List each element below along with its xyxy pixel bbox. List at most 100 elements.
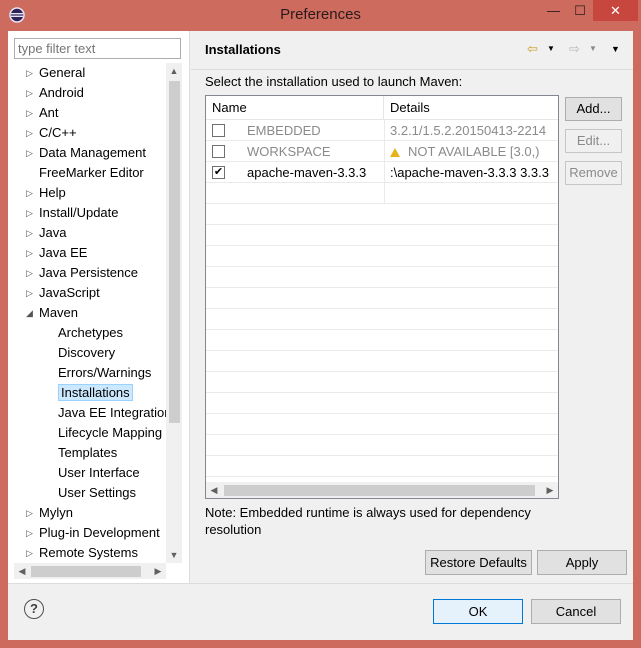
- collapsed-arrow-icon[interactable]: ▷: [26, 503, 36, 523]
- collapsed-arrow-icon[interactable]: ▷: [26, 143, 36, 163]
- edit-button[interactable]: Edit...: [565, 129, 622, 153]
- table-row: [206, 267, 558, 288]
- help-icon[interactable]: ?: [24, 599, 44, 619]
- tree-item[interactable]: ▷ JavaScript: [26, 283, 100, 303]
- installation-details-text: 3.2.1/1.5.2.20150413-2214: [390, 123, 547, 138]
- tree-hscroll-thumb[interactable]: [31, 566, 141, 577]
- installation-checkbox[interactable]: ✔: [212, 166, 225, 179]
- add-button[interactable]: Add...: [565, 97, 622, 121]
- apply-button[interactable]: Apply: [537, 550, 627, 575]
- collapsed-arrow-icon[interactable]: ▷: [26, 203, 36, 223]
- view-menu-icon[interactable]: ▼: [611, 40, 620, 58]
- tree-item[interactable]: ▷ Mylyn: [26, 503, 73, 523]
- table-row[interactable]: ✔ apache-maven-3.3.3:\apache-maven-3.3.3 …: [206, 162, 558, 183]
- tree-item[interactable]: Discovery: [58, 343, 115, 363]
- tree-item-label: Templates: [58, 445, 118, 460]
- back-dropdown-icon[interactable]: ▼: [547, 40, 555, 58]
- embedded-note: Note: Embedded runtime is always used fo…: [205, 505, 531, 537]
- collapsed-arrow-icon[interactable]: ▷: [26, 263, 36, 283]
- collapsed-arrow-icon[interactable]: ▷: [26, 243, 36, 263]
- tree-item-label: Java Persistence: [39, 265, 138, 280]
- preference-tree-panel: ▷General▷Android▷Ant▷C/C++▷Data Manageme…: [8, 31, 190, 583]
- tree-item[interactable]: ▷ Ant: [26, 103, 59, 123]
- tree-item[interactable]: Java EE Integration: [58, 403, 166, 423]
- warning-icon: [390, 148, 400, 157]
- dialog-client: ▷General▷Android▷Ant▷C/C++▷Data Manageme…: [8, 31, 633, 640]
- collapsed-arrow-icon[interactable]: ▷: [26, 103, 36, 123]
- header-divider: [191, 69, 633, 70]
- expanded-arrow-icon[interactable]: ◢: [26, 303, 36, 323]
- tree-item[interactable]: Lifecycle Mapping: [58, 423, 162, 443]
- forward-icon[interactable]: ⇨: [569, 40, 580, 58]
- tree-item-label: Lifecycle Mapping: [58, 425, 163, 440]
- tree-item[interactable]: ▷ General: [26, 63, 86, 83]
- forward-dropdown-icon[interactable]: ▼: [589, 40, 597, 58]
- tree-item[interactable]: ▷ Help: [26, 183, 66, 203]
- tree-item[interactable]: ▷ Java EE: [26, 243, 87, 263]
- remove-button[interactable]: Remove: [565, 161, 622, 185]
- tree-vertical-scrollbar[interactable]: ▲ ▼: [166, 63, 182, 563]
- tree-item[interactable]: ▷ Remote Systems: [26, 543, 138, 563]
- table-horizontal-scrollbar[interactable]: ◀ ▶: [206, 482, 558, 498]
- tree-item-label: Data Management: [39, 145, 146, 160]
- tree-item-label: Help: [39, 185, 66, 200]
- title-bar[interactable]: Preferences — ☐ ✕: [0, 0, 641, 31]
- tree-item-label: JavaScript: [39, 285, 100, 300]
- scroll-up-icon[interactable]: ▲: [166, 63, 182, 79]
- tree-item[interactable]: ▷ Plug-in Development: [26, 523, 160, 543]
- ok-button[interactable]: OK: [433, 599, 523, 624]
- cancel-button[interactable]: Cancel: [531, 599, 621, 624]
- filter-input[interactable]: [14, 38, 181, 59]
- tree-item[interactable]: ◢ Maven: [26, 303, 78, 323]
- tree-item[interactable]: User Interface: [58, 463, 140, 483]
- tree-item[interactable]: ▷ C/C++: [26, 123, 77, 143]
- tree-item[interactable]: ▷ Java Persistence: [26, 263, 138, 283]
- installation-checkbox[interactable]: [212, 124, 225, 137]
- tree-item[interactable]: Templates: [58, 443, 117, 463]
- tree-item[interactable]: User Settings: [58, 483, 136, 503]
- tree-scroll-thumb[interactable]: [169, 81, 180, 423]
- table-row: [206, 204, 558, 225]
- collapsed-arrow-icon[interactable]: ▷: [26, 83, 36, 103]
- column-header-details[interactable]: Details: [384, 96, 558, 120]
- restore-defaults-button[interactable]: Restore Defaults: [425, 550, 532, 575]
- close-button[interactable]: ✕: [593, 0, 638, 21]
- scroll-left-icon[interactable]: ◀: [14, 563, 30, 579]
- footer-divider: [8, 583, 633, 584]
- tree-item-label: Remote Systems: [39, 545, 138, 560]
- installation-details-text: NOT AVAILABLE [3.0,): [408, 144, 540, 159]
- tree-item[interactable]: Errors/Warnings: [58, 363, 151, 383]
- table-row[interactable]: EMBEDDED 3.2.1/1.5.2.20150413-2214: [206, 120, 558, 141]
- tree-item-label: General: [39, 65, 86, 80]
- collapsed-arrow-icon[interactable]: ▷: [26, 523, 36, 543]
- scroll-right-icon[interactable]: ▶: [150, 563, 166, 579]
- collapsed-arrow-icon[interactable]: ▷: [26, 183, 36, 203]
- scroll-down-icon[interactable]: ▼: [166, 547, 182, 563]
- collapsed-arrow-icon[interactable]: ▷: [26, 123, 36, 143]
- column-header-name[interactable]: Name: [206, 96, 384, 120]
- scroll-right-icon[interactable]: ▶: [542, 482, 558, 498]
- tree-item-label: Mylyn: [39, 505, 73, 520]
- collapsed-arrow-icon[interactable]: ▷: [26, 543, 36, 563]
- table-row[interactable]: WORKSPACE NOT AVAILABLE [3.0,): [206, 141, 558, 162]
- tree-item[interactable]: ▷ Data Management: [26, 143, 146, 163]
- installation-details: 3.2.1/1.5.2.20150413-2214: [390, 120, 558, 141]
- tree-item[interactable]: ▷ Install/Update: [26, 203, 119, 223]
- tree-item[interactable]: ▷ Android: [26, 83, 84, 103]
- collapsed-arrow-icon[interactable]: ▷: [26, 63, 36, 83]
- table-row: [206, 456, 558, 477]
- tree-item[interactable]: FreeMarker Editor: [39, 163, 144, 183]
- collapsed-arrow-icon[interactable]: ▷: [26, 283, 36, 303]
- tree-item[interactable]: Archetypes: [58, 323, 123, 343]
- back-icon[interactable]: ⇦: [527, 40, 538, 58]
- tree-item[interactable]: Installations: [58, 383, 133, 403]
- table-hscroll-thumb[interactable]: [224, 485, 535, 496]
- tree-item[interactable]: ▷ Java: [26, 223, 66, 243]
- instruction-text: Select the installation used to launch M…: [205, 74, 463, 89]
- scroll-left-icon[interactable]: ◀: [206, 482, 222, 498]
- maximize-button[interactable]: ☐: [567, 0, 593, 21]
- minimize-button[interactable]: —: [540, 0, 567, 21]
- collapsed-arrow-icon[interactable]: ▷: [26, 223, 36, 243]
- tree-horizontal-scrollbar[interactable]: ◀ ▶: [14, 563, 166, 579]
- installation-checkbox[interactable]: [212, 145, 225, 158]
